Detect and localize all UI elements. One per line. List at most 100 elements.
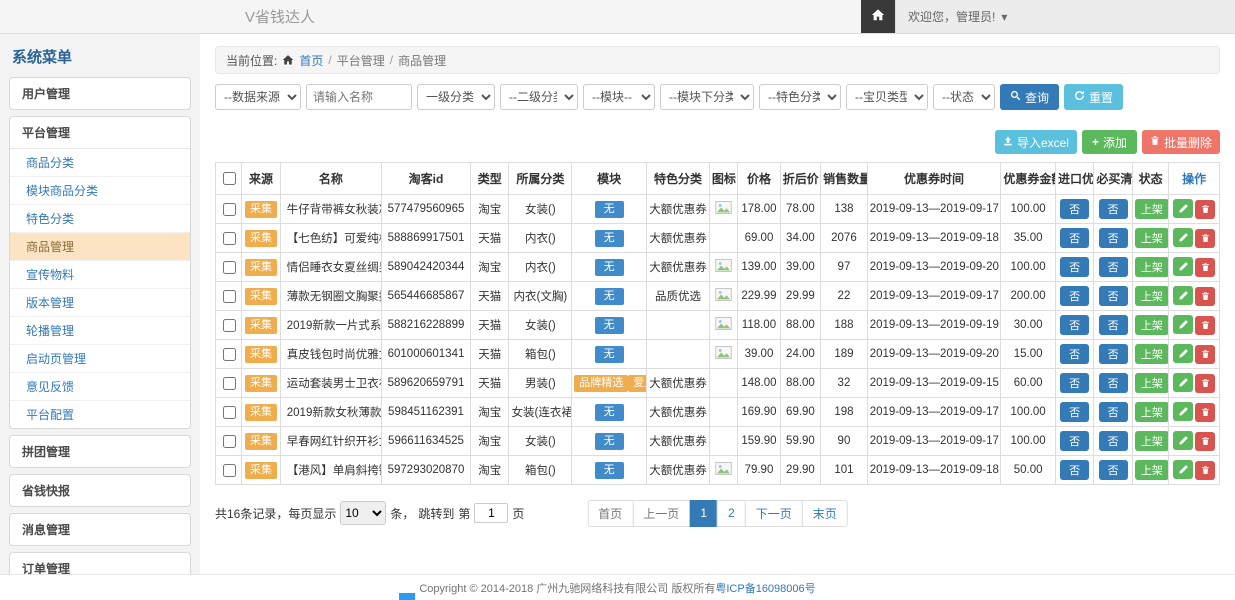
- page-button[interactable]: 首页: [587, 500, 633, 527]
- edit-button[interactable]: [1173, 373, 1193, 392]
- module-select[interactable]: --模块--: [583, 84, 655, 110]
- jump-page-input[interactable]: [474, 503, 508, 523]
- status-button[interactable]: 上架: [1135, 373, 1169, 393]
- sidebar-item[interactable]: 平台管理: [10, 117, 190, 148]
- page-button[interactable]: 上一页: [632, 500, 690, 527]
- import-select-toggle[interactable]: 否: [1060, 373, 1089, 393]
- sidebar-subitem[interactable]: 商品分类: [10, 149, 190, 177]
- icp-link[interactable]: 粤ICP备16098006号: [715, 580, 815, 596]
- status-button[interactable]: 上架: [1135, 286, 1169, 306]
- status-button[interactable]: 上架: [1135, 315, 1169, 335]
- delete-button[interactable]: [1195, 229, 1215, 248]
- page-button[interactable]: 末页: [802, 500, 848, 527]
- breadcrumb-item-platform[interactable]: 平台管理: [337, 52, 385, 69]
- reset-button[interactable]: 重置: [1064, 84, 1123, 110]
- must-buy-toggle[interactable]: 否: [1099, 228, 1128, 248]
- status-button[interactable]: 上架: [1135, 402, 1169, 422]
- must-buy-toggle[interactable]: 否: [1099, 431, 1128, 451]
- row-checkbox[interactable]: [223, 290, 236, 303]
- delete-button[interactable]: [1195, 287, 1215, 306]
- level2-category-select[interactable]: --二级分类--: [500, 84, 578, 110]
- sidebar-subitem[interactable]: 模块商品分类: [10, 177, 190, 205]
- edit-button[interactable]: [1173, 199, 1193, 218]
- sidebar-subitem[interactable]: 平台配置: [10, 401, 190, 428]
- import-select-toggle[interactable]: 否: [1060, 257, 1089, 277]
- must-buy-toggle[interactable]: 否: [1099, 257, 1128, 277]
- batch-delete-button[interactable]: 批量删除: [1142, 130, 1220, 154]
- edit-button[interactable]: [1173, 257, 1193, 276]
- status-button[interactable]: 上架: [1135, 460, 1169, 480]
- sidebar-subitem[interactable]: 意见反馈: [10, 373, 190, 401]
- user-menu[interactable]: 欢迎您，管理员! ▾: [895, 0, 1235, 33]
- delete-button[interactable]: [1195, 345, 1215, 364]
- must-buy-toggle[interactable]: 否: [1099, 373, 1128, 393]
- delete-button[interactable]: [1195, 316, 1215, 335]
- status-select[interactable]: --状态--: [933, 84, 995, 110]
- row-checkbox[interactable]: [223, 464, 236, 477]
- must-buy-toggle[interactable]: 否: [1099, 199, 1128, 219]
- import-select-toggle[interactable]: 否: [1060, 199, 1089, 219]
- select-all-checkbox[interactable]: [223, 172, 236, 185]
- import-excel-button[interactable]: 导入excel: [995, 130, 1077, 154]
- row-checkbox[interactable]: [223, 435, 236, 448]
- import-select-toggle[interactable]: 否: [1060, 402, 1089, 422]
- edit-button[interactable]: [1173, 431, 1193, 450]
- import-select-toggle[interactable]: 否: [1060, 431, 1089, 451]
- per-page-select[interactable]: 10: [340, 501, 386, 525]
- edit-button[interactable]: [1173, 402, 1193, 421]
- delete-button[interactable]: [1195, 258, 1215, 277]
- row-checkbox[interactable]: [223, 377, 236, 390]
- import-select-toggle[interactable]: 否: [1060, 344, 1089, 364]
- status-button[interactable]: 上架: [1135, 344, 1169, 364]
- delete-button[interactable]: [1195, 374, 1215, 393]
- import-select-toggle[interactable]: 否: [1060, 460, 1089, 480]
- status-button[interactable]: 上架: [1135, 228, 1169, 248]
- import-select-toggle[interactable]: 否: [1060, 228, 1089, 248]
- edit-button[interactable]: [1173, 286, 1193, 305]
- sidebar-item[interactable]: 用户管理: [10, 78, 190, 109]
- import-select-toggle[interactable]: 否: [1060, 315, 1089, 335]
- row-checkbox[interactable]: [223, 348, 236, 361]
- delete-button[interactable]: [1195, 432, 1215, 451]
- sidebar-subitem[interactable]: 启动页管理: [10, 345, 190, 373]
- sidebar-subitem[interactable]: 宣传物料: [10, 261, 190, 289]
- row-checkbox[interactable]: [223, 232, 236, 245]
- module-subcategory-select[interactable]: --模块下分类--: [660, 84, 754, 110]
- sidebar-subitem[interactable]: 版本管理: [10, 289, 190, 317]
- delete-button[interactable]: [1195, 403, 1215, 422]
- row-checkbox[interactable]: [223, 261, 236, 274]
- must-buy-toggle[interactable]: 否: [1099, 315, 1128, 335]
- edit-button[interactable]: [1173, 228, 1193, 247]
- must-buy-toggle[interactable]: 否: [1099, 344, 1128, 364]
- sidebar-item[interactable]: 消息管理: [10, 514, 190, 545]
- must-buy-toggle[interactable]: 否: [1099, 402, 1128, 422]
- row-checkbox[interactable]: [223, 203, 236, 216]
- row-checkbox[interactable]: [223, 319, 236, 332]
- feature-category-select[interactable]: --特色分类--: [759, 84, 841, 110]
- edit-button[interactable]: [1173, 344, 1193, 363]
- level1-category-select[interactable]: 一级分类: [417, 84, 495, 110]
- page-button[interactable]: 下一页: [745, 500, 803, 527]
- status-button[interactable]: 上架: [1135, 199, 1169, 219]
- must-buy-toggle[interactable]: 否: [1099, 286, 1128, 306]
- delete-button[interactable]: [1195, 200, 1215, 219]
- add-button[interactable]: + 添加: [1082, 130, 1137, 154]
- edit-button[interactable]: [1173, 460, 1193, 479]
- name-search-input[interactable]: [306, 84, 412, 110]
- home-button[interactable]: [861, 0, 895, 33]
- query-button[interactable]: 查询: [1000, 84, 1059, 110]
- status-button[interactable]: 上架: [1135, 257, 1169, 277]
- sidebar-subitem[interactable]: 特色分类: [10, 205, 190, 233]
- item-type-select[interactable]: --宝贝类型--: [846, 84, 928, 110]
- status-button[interactable]: 上架: [1135, 431, 1169, 451]
- edit-button[interactable]: [1173, 315, 1193, 334]
- must-buy-toggle[interactable]: 否: [1099, 460, 1128, 480]
- sidebar-item[interactable]: 订单管理: [10, 553, 190, 574]
- row-checkbox[interactable]: [223, 406, 236, 419]
- sidebar-subitem[interactable]: 商品管理: [10, 233, 190, 261]
- sidebar-subitem[interactable]: 轮播管理: [10, 317, 190, 345]
- page-button[interactable]: 1: [689, 500, 718, 527]
- page-button[interactable]: 2: [717, 500, 746, 527]
- sidebar-item[interactable]: 拼团管理: [10, 436, 190, 467]
- sidebar-item[interactable]: 省钱快报: [10, 475, 190, 506]
